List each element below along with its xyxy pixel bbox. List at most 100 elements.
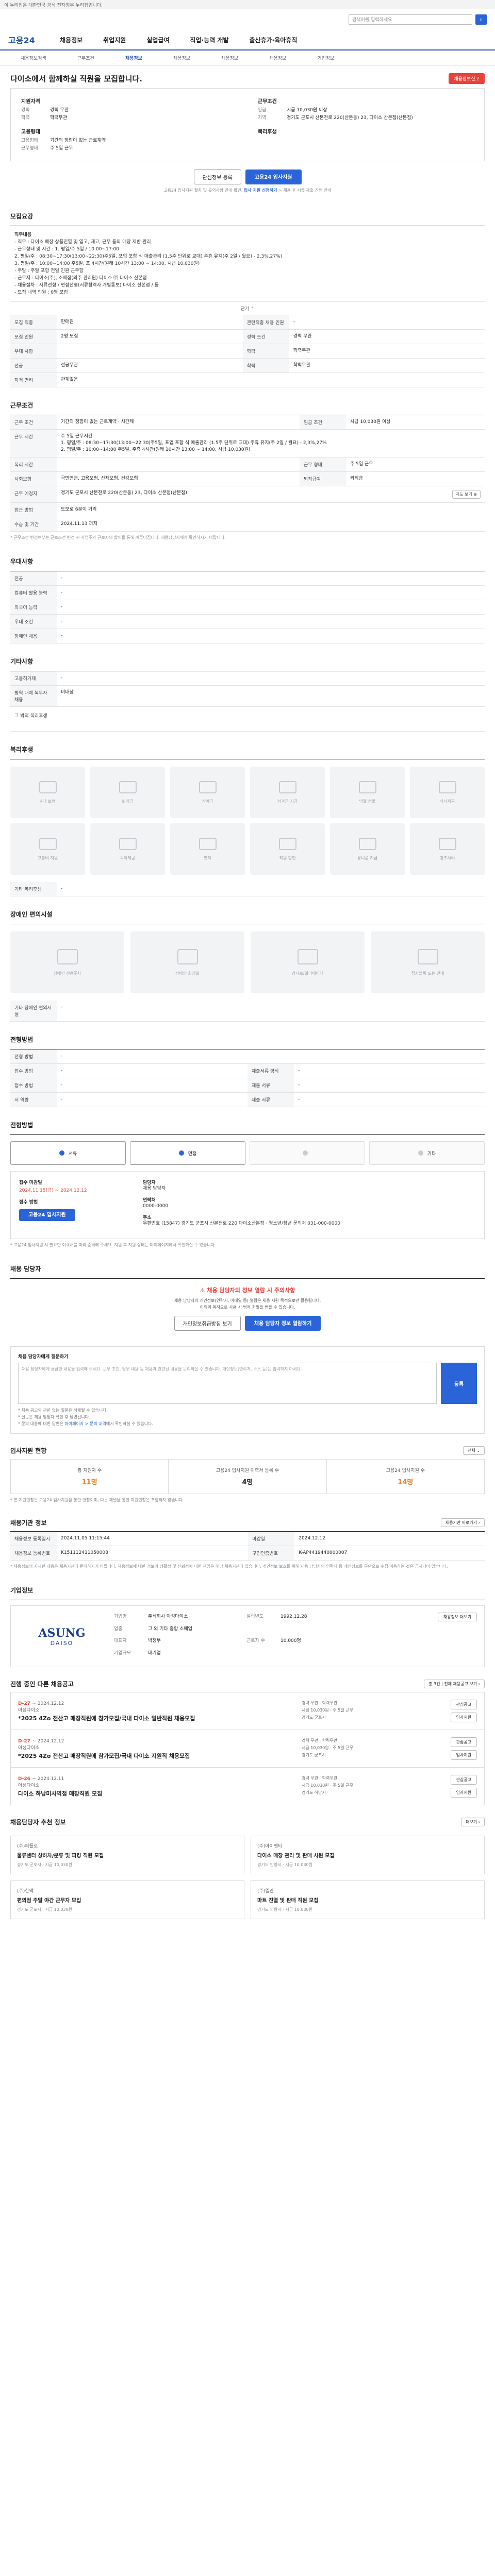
subnav-item-active[interactable]: 채용정보 — [125, 55, 142, 61]
interest-mini-button[interactable]: 관심공고 — [450, 1700, 477, 1709]
disability-other-table: 기타 장애인 편의시설 - — [10, 1001, 485, 1022]
job-title-row: 다이소에서 함께하실 직원을 모집합니다. 채용정보신고 — [10, 66, 485, 88]
site-logo[interactable]: 고용24 — [8, 33, 39, 46]
reco-card[interactable]: (주)한맥 편의점 주말 야간 근무자 모집 경기도 군포시 · 시급 10,030… — [10, 1880, 244, 1919]
header-search-input[interactable]: 검색어를 입력하세요 — [349, 14, 472, 25]
table-row: 전공 - — [10, 571, 485, 586]
question-inner: 채용 담당자에게 궁금한 내용을 입력해 주세요. 근무 조건, 업무 내용 등… — [18, 1363, 477, 1404]
main-content: 다이소에서 함께하실 직원을 모집합니다. 채용정보신고 지원자격 경력 경력 무… — [10, 66, 485, 1931]
table-row: 전형 방법 - — [10, 1049, 485, 1064]
preferences-table: 전공 - 컴퓨터 활용 능력 - 외국어 능력 - 우대 조건 - 장애인 채용 - — [10, 571, 485, 643]
check-dot-icon — [418, 1150, 423, 1156]
question-submit-button[interactable]: 등록 — [441, 1363, 477, 1404]
stats-section-title: 입사지원 현황 — [10, 1447, 47, 1454]
meta-table: 채용정보 등록일시 2024.11.05 11:15:44 마감일 2024.12.1… — [10, 1531, 485, 1561]
welfare-item: 퇴직금 — [90, 767, 165, 818]
welfare-item: 교통비 지원 — [10, 823, 85, 875]
bonus-icon — [199, 781, 217, 793]
table-row: 우대 사항 학력 학력무관 — [10, 344, 485, 359]
insurance-icon — [39, 781, 57, 793]
meta-section-title: 채용기관 정보 — [10, 1519, 47, 1527]
list-item[interactable]: D-27 ~ 2024.12.12 아성다이소 *2025 4Zo 전산고 매장직원… — [10, 1692, 485, 1730]
list-item[interactable]: D-27 ~ 2024.12.12 아성다이소 *2025 4Zo 전산고 매장직원… — [10, 1730, 485, 1768]
summary-group-title: 복리후생 — [258, 129, 277, 135]
summary-row: 학력 학력무관 — [21, 115, 68, 121]
apply-box-button[interactable]: 고용24 입사지원 — [19, 1209, 75, 1221]
header-search-row: 검색어를 입력하세요 ⌕ — [0, 9, 495, 30]
table-row: 접근 방법 도보로 6분이 거리 — [10, 502, 485, 517]
joblist-all-link[interactable]: 총 3건 | 전체 채용공고 보기 › — [424, 1680, 485, 1688]
recruit-section-title: 모집요강 — [10, 198, 485, 226]
apply-mini-button[interactable]: 입사지원 — [450, 1788, 477, 1798]
other-extra-label: 그 밖의 복리후생 — [10, 707, 485, 732]
subnav-item[interactable]: 채용정보 — [269, 55, 286, 61]
magnifier-icon[interactable]: ⌕ — [475, 14, 487, 25]
sub-nav: 채용정보검색 근무조건 채용정보 채용정보 채용정보 채용정보 기업정보 — [0, 50, 495, 66]
interest-mini-button[interactable]: 관심공고 — [450, 1775, 477, 1785]
question-label: 채용 담당자에게 질문하기 — [18, 1354, 69, 1360]
method-card-interview: 면접 — [130, 1141, 245, 1165]
map-button[interactable]: 지도 보기 ⊕ — [452, 490, 481, 499]
table-row: 기타 복리후생 - — [10, 882, 485, 896]
company-more-button[interactable]: 채용정보 더보기 — [437, 1613, 477, 1621]
gnb-item-benefit[interactable]: 실업급여 — [146, 36, 169, 44]
subnav-item[interactable]: 근무조건 — [77, 55, 94, 61]
incentive-icon — [278, 781, 296, 793]
apply-mini-button[interactable]: 입사지원 — [450, 1750, 477, 1760]
fold-button[interactable]: 닫기 ⌃ — [10, 302, 485, 315]
welfare-item: 성과급 지급 — [250, 767, 325, 818]
reco-card[interactable]: (주)아이앤티 다이소 매장 관리 및 판매 사원 모집 경기도 안양시 · 시급 … — [251, 1836, 485, 1874]
method-grid: 서류 면접 기타 — [10, 1135, 485, 1171]
summary-row: 지역 경기도 군포시 산본천로 220(산본동) 23, 다이소 산본점(산본점) — [258, 115, 413, 121]
method-card-document: 서류 — [10, 1141, 126, 1165]
interest-button[interactable]: 관심정보 등록 — [193, 170, 241, 184]
meta-footnote: * 채용정보의 자세한 내용은 채용기관에 문의하시기 바랍니다. 채용정보에 … — [10, 1564, 448, 1569]
subnav-item[interactable]: 채용정보 — [173, 55, 190, 61]
gift-icon — [358, 781, 376, 793]
reco-grid: (주)퍼플로 물류센터 상하차/분류 및 피킹 직원 모집 경기도 군포시 · 시급… — [10, 1831, 485, 1919]
restroom-icon — [177, 948, 198, 964]
gnb-item-jobs[interactable]: 채용정보 — [60, 36, 82, 44]
welfare-other-table: 기타 복리후생 - — [10, 882, 485, 896]
severance-icon — [119, 781, 137, 793]
vacation-icon — [199, 837, 217, 850]
interest-mini-button[interactable]: 관심공고 — [450, 1737, 477, 1747]
company-section-title: 기업정보 — [10, 1572, 485, 1600]
disability-item: 점자블록 또는 안내 — [371, 931, 485, 993]
table-row: 병역 대체 복무자 채용 비대상 — [10, 685, 485, 707]
welfare-item: 명절 선물 — [330, 767, 405, 818]
gnb-item-training[interactable]: 직업·능력 개발 — [190, 36, 229, 44]
reco-more-link[interactable]: 더보기 › — [461, 1818, 485, 1826]
inquiry-link[interactable]: 마이페이지 > 문의 내역 — [64, 1421, 106, 1426]
subnav-item[interactable]: 기업정보 — [317, 55, 334, 61]
stats-filter[interactable]: 전체 ⌄ — [463, 1446, 485, 1455]
joblist-section-title: 진행 중인 다른 채용공고 — [10, 1681, 74, 1688]
apply-note-link[interactable]: 입사 지원 신청하기 — [244, 188, 277, 193]
report-button[interactable]: 채용정보신고 — [449, 73, 485, 84]
check-dot-icon — [178, 1150, 184, 1156]
disability-section-title: 장애인 편의시설 — [10, 896, 485, 924]
stats-footnote: * 본 지원현황은 고용24 입사지원을 통한 현황이며, 다른 채널을 통한 … — [10, 1498, 184, 1502]
discount-icon — [278, 837, 296, 850]
question-textarea[interactable]: 채용 담당자에게 궁금한 내용을 입력해 주세요. 근무 조건, 업무 내용 등… — [18, 1363, 437, 1404]
gnb-item-support[interactable]: 취업지원 — [103, 36, 126, 44]
table-row: 수습 및 기간 2024.11.13 까지 — [10, 517, 485, 532]
transport-icon — [39, 837, 57, 850]
subnav-item[interactable]: 채용정보 — [221, 55, 238, 61]
open-contact-button[interactable]: 채용 담당자 정보 열람하기 — [244, 1316, 321, 1331]
braille-icon — [417, 948, 438, 964]
summary-group-title: 고용형태 — [21, 129, 40, 135]
reco-section-title: 채용담당자 추천 정보 — [10, 1819, 66, 1826]
welfare-item: 경조사비 — [410, 823, 485, 875]
question-box: 채용 담당자에게 질문하기 채용 담당자에게 궁금한 내용을 입력해 주세요. … — [10, 1346, 485, 1434]
reco-card[interactable]: (주)엘엔 마트 진열 및 판매 직원 모집 경기도 의왕시 · 시급 10,030… — [251, 1880, 485, 1919]
reco-card[interactable]: (주)퍼플로 물류센터 상하차/분류 및 피킹 직원 모집 경기도 군포시 · 시급… — [10, 1836, 244, 1874]
list-item[interactable]: D-26 ~ 2024.12.11 아성다이소 다이소 하남미사역점 매장직원 모집… — [10, 1767, 485, 1805]
gnb-item-leave[interactable]: 출산휴가·육아휴직 — [250, 36, 298, 44]
apply-button[interactable]: 고용24 입사지원 — [245, 170, 302, 184]
summary-row: 고용형태 기간의 정함이 없는 근로계약 — [21, 138, 106, 143]
apply-mini-button[interactable]: 입사지원 — [450, 1713, 477, 1722]
meta-link[interactable]: 채용기관 바로가기 › — [440, 1518, 485, 1527]
privacy-button[interactable]: 개인정보취급방침 보기 — [174, 1316, 241, 1331]
subnav-item[interactable]: 채용정보검색 — [21, 55, 46, 61]
